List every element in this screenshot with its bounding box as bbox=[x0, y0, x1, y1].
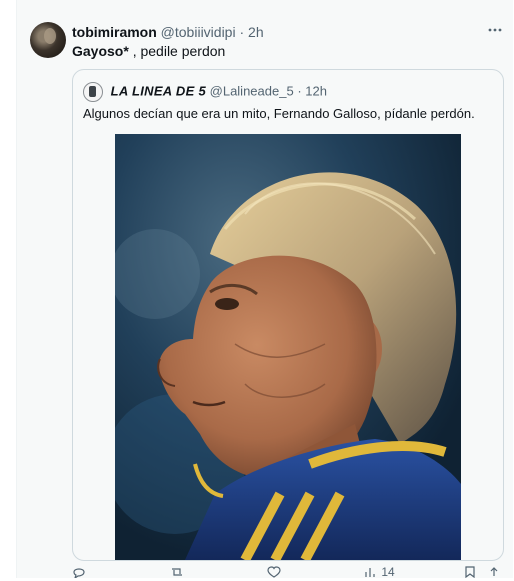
portrait-illustration bbox=[115, 134, 461, 560]
quoted-tweet-text: Algunos decían que era un mito, Fernando… bbox=[83, 106, 475, 121]
display-name[interactable]: tobimiramon bbox=[72, 24, 157, 40]
share-icon[interactable] bbox=[488, 566, 500, 581]
quoted-display-name[interactable]: LA LINEA DE 5 bbox=[111, 83, 206, 98]
tweet-text-bold: Gayoso* bbox=[72, 43, 129, 59]
heart-icon[interactable] bbox=[267, 566, 281, 581]
tweet-text-rest: , pedile perdon bbox=[128, 43, 226, 59]
quoted-avatar[interactable] bbox=[83, 82, 103, 102]
retweet-icon[interactable] bbox=[169, 566, 185, 581]
timestamp[interactable]: 2h bbox=[248, 24, 264, 40]
views-icon[interactable]: 14 bbox=[364, 565, 395, 581]
reply-icon[interactable] bbox=[72, 566, 86, 581]
bookmark-icon[interactable] bbox=[464, 566, 476, 581]
tweet-header: tobimiramon @tobiiividipi · 2h bbox=[72, 24, 264, 41]
tweet-text: Gayoso* , pedile perdon bbox=[72, 43, 225, 60]
quoted-separator: · bbox=[297, 83, 302, 99]
tweet-card[interactable]: tobimiramon @tobiiividipi · 2h Gayoso* ,… bbox=[16, 0, 513, 581]
handle[interactable]: @tobiiividipi bbox=[161, 24, 236, 40]
avatar[interactable] bbox=[30, 22, 66, 58]
views-count: 14 bbox=[381, 565, 395, 579]
separator: · bbox=[239, 24, 245, 40]
action-bar: 14 bbox=[72, 565, 502, 581]
quoted-timestamp[interactable]: 12h bbox=[305, 83, 327, 98]
quoted-tweet-header: LA LINEA DE 5 @Lalineade_5 · 12h bbox=[83, 82, 327, 102]
more-horizontal-icon[interactable] bbox=[487, 22, 503, 38]
quoted-photo[interactable] bbox=[115, 134, 461, 560]
quoted-handle[interactable]: @Lalineade_5 bbox=[210, 83, 294, 98]
quoted-tweet[interactable]: LA LINEA DE 5 @Lalineade_5 · 12h Algunos… bbox=[72, 69, 504, 561]
